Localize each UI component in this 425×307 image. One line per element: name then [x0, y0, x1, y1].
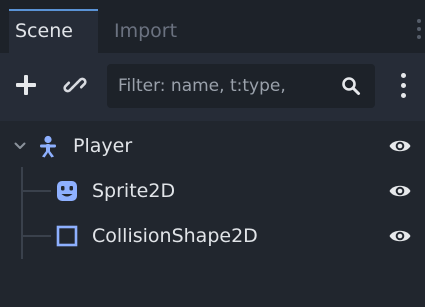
eye-icon[interactable] [388, 180, 412, 202]
tree-node-label: Player [73, 135, 133, 157]
filter-box [107, 64, 375, 108]
chevron-down-icon[interactable] [13, 139, 27, 153]
tree-node-label: CollisionShape2D [92, 225, 258, 247]
collision-shape-2d-icon [56, 225, 78, 247]
tab-import[interactable]: Import [106, 9, 216, 53]
eye-icon[interactable] [388, 225, 412, 247]
scene-toolbar [0, 53, 425, 117]
eye-icon[interactable] [388, 135, 412, 157]
tree-row-player[interactable]: Player [0, 124, 425, 168]
scene-tree: Player Sprite2D CollisionShape2D [0, 117, 425, 307]
vertical-ellipsis-icon [400, 73, 406, 78]
link-icon [63, 77, 87, 93]
tree-node-label: Sprite2D [92, 180, 176, 202]
tree-row-collisionshape2d[interactable]: CollisionShape2D [0, 214, 425, 258]
add-node-button[interactable] [10, 69, 42, 101]
scene-options-menu-button[interactable] [393, 69, 413, 103]
tab-import-label: Import [114, 20, 178, 42]
tree-row-sprite2d[interactable]: Sprite2D [0, 169, 425, 213]
tab-scene[interactable]: Scene [9, 9, 98, 53]
node-filter-input[interactable] [107, 64, 337, 108]
dock-tab-bar: Scene Import [0, 0, 425, 53]
scene-dock: Scene Import Filter: name, t:type, Playe… [0, 0, 425, 307]
search-icon [342, 77, 360, 95]
tab-scene-label: Scene [15, 20, 73, 42]
sprite-2d-icon [57, 181, 77, 201]
dock-grip-handle[interactable] [416, 15, 422, 47]
character-body-icon [40, 135, 56, 158]
plus-icon [16, 75, 36, 95]
instantiate-scene-button[interactable] [60, 70, 90, 100]
